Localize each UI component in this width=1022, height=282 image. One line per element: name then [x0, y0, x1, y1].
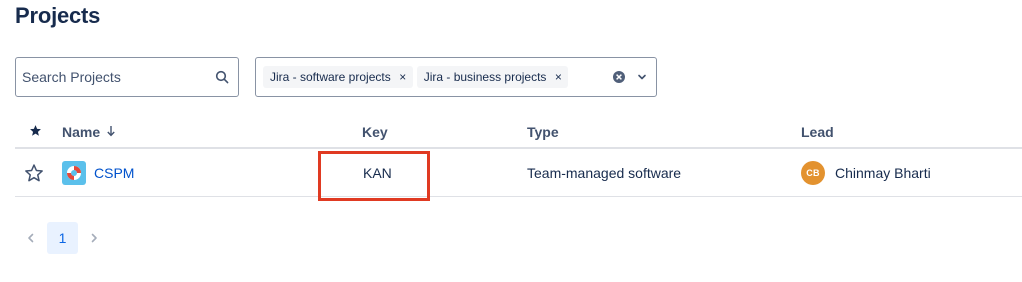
lead-name: Chinmay Bharti [835, 165, 931, 181]
search-icon[interactable] [214, 69, 230, 85]
product-filter[interactable]: Jira - software projects × Jira - busine… [255, 57, 657, 97]
filter-chip: Jira - business projects × [416, 66, 569, 88]
project-name-cell: CSPM [62, 161, 134, 185]
project-type: Team-managed software [527, 165, 682, 181]
type-column-header: Type [527, 124, 559, 140]
name-column-header[interactable]: Name [62, 124, 116, 140]
chevron-left-icon[interactable] [15, 222, 47, 254]
table-header: Name Key Type Lead [15, 120, 1022, 149]
lead-column-header: Lead [801, 124, 834, 140]
table-row: CSPM KAN Team-managed software CB Chinma… [15, 150, 1022, 197]
chip-remove-icon[interactable]: × [552, 70, 564, 84]
chip-remove-icon[interactable]: × [397, 70, 409, 84]
name-header-label: Name [62, 124, 101, 140]
star-header-icon [29, 124, 42, 140]
avatar: CB [801, 161, 825, 185]
filter-chip: Jira - software projects × [263, 66, 413, 88]
star-icon[interactable] [24, 163, 44, 186]
clear-icon[interactable] [612, 70, 626, 84]
key-column-header: Key [362, 124, 388, 140]
search-box[interactable] [15, 57, 239, 97]
project-avatar-icon [62, 161, 86, 185]
project-link[interactable]: CSPM [94, 165, 134, 181]
page-button-current[interactable]: 1 [47, 222, 78, 254]
arrow-down-icon [106, 124, 116, 140]
chevron-down-icon[interactable] [636, 71, 648, 83]
page-title: Projects [15, 3, 101, 28]
search-input[interactable] [22, 69, 214, 85]
project-lead[interactable]: CB Chinmay Bharti [801, 161, 931, 185]
pagination: 1 [15, 222, 110, 254]
chevron-right-icon[interactable] [78, 222, 110, 254]
filter-chip-label: Jira - software projects [270, 70, 391, 84]
highlight-annotation [318, 151, 430, 201]
filter-chip-label: Jira - business projects [423, 70, 547, 84]
